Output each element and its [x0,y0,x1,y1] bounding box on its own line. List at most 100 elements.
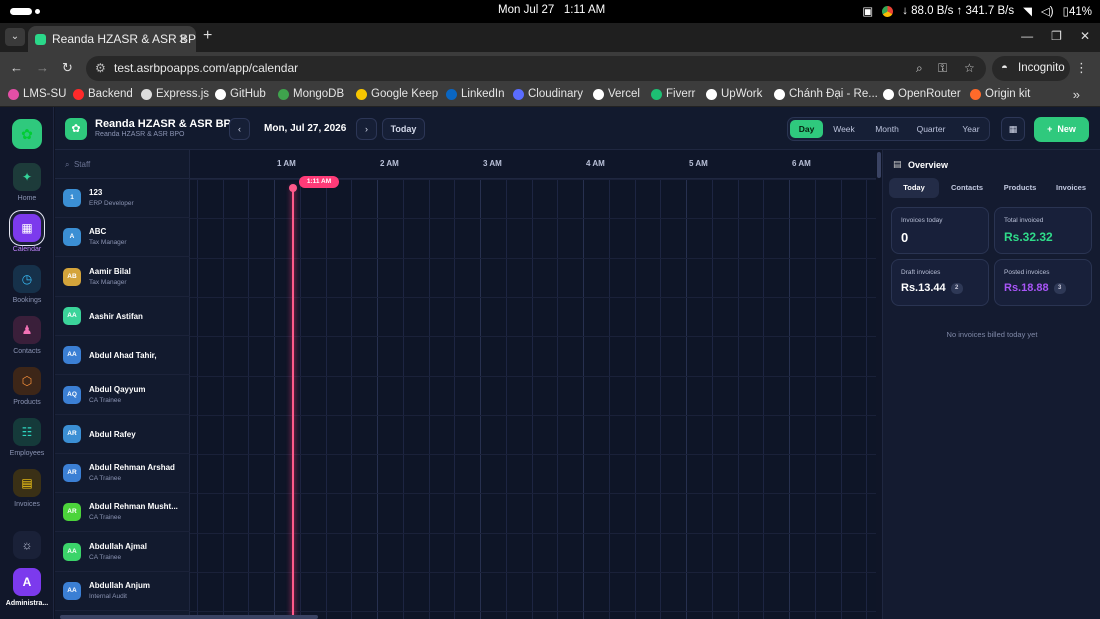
zoom-icon[interactable]: ⌕ [916,56,923,81]
time-gridline [351,150,353,619]
bookmark-item[interactable]: Cloudinary [513,88,583,100]
time-gridline [557,150,559,619]
staff-row[interactable]: AB Aamir Bilal Tax Manager [55,258,190,297]
bookmarks-overflow-icon[interactable]: » [1073,87,1080,102]
site-info-icon[interactable]: ⚙ [95,56,106,81]
staff-avatar: A [63,228,81,247]
bookmark-item[interactable]: LinkedIn [446,88,504,100]
rail-item-label: Home [17,195,37,202]
password-key-icon[interactable]: ⚿ [938,56,947,81]
view-year[interactable]: Year [955,120,987,138]
view-week[interactable]: Week [825,120,863,138]
staff-row[interactable]: AA Abdullah Ajmal CA Trainee [55,533,190,572]
hour-label: 6 AM [792,159,811,168]
bookmark-item[interactable]: OpenRouter [883,88,961,100]
horizontal-scrollbar[interactable] [60,615,318,619]
close-window-icon[interactable]: ✕ [1080,29,1090,43]
time-gridline [299,150,301,619]
staff-avatar: 1 [63,189,81,207]
bookmark-star-icon[interactable]: ☆ [964,56,975,81]
browser-menu-icon[interactable]: ⋮ [1075,60,1088,76]
overview-tab-contacts[interactable]: Contacts [942,178,992,198]
time-gridline [660,150,662,619]
bookmark-item[interactable]: UpWork [706,88,762,100]
overview-tab-products[interactable]: Products [993,178,1047,198]
staff-name: Aamir Bilal [89,266,131,276]
bookmark-item[interactable]: Google Keep [356,88,438,100]
rail-item-bookings[interactable]: ◷ Bookings [0,265,54,304]
rail-item-label: Products [13,399,41,406]
staff-role: CA Trainee [89,475,122,483]
bookmark-item[interactable]: Backend [73,88,133,100]
current-time-line [292,186,294,619]
staff-row[interactable]: AA Abdullah Anjum Internal Audit [55,572,190,611]
next-day-button[interactable]: › [356,118,377,140]
view-month[interactable]: Month [867,120,907,138]
os-status-area[interactable]: ▣ ↓ 88.0 B/s ↑ 341.7 B/s ◥ ◁) ▯41% [862,4,1092,18]
rail-item-products[interactable]: ⬡ Products [0,367,54,406]
time-gridline [608,150,610,619]
prev-day-button[interactable]: ‹ [229,118,250,140]
reload-icon[interactable]: ↻ [62,60,73,76]
user-profile[interactable]: A Administra... [0,568,54,607]
staff-row[interactable]: AR Abdul Rehman Arshad CA Trainee [55,454,190,494]
overview-tab-invoices[interactable]: Invoices [1047,178,1095,198]
restore-icon[interactable]: ❐ [1051,29,1062,43]
bookmark-item[interactable]: GitHub [215,88,266,100]
bookmark-item[interactable]: Origin kit [970,88,1030,100]
staff-row[interactable]: AA Aashir Astifan [55,297,190,336]
time-gridline [814,150,816,619]
rail-invoices-icon: ▤ [13,469,41,497]
staff-name: Abdullah Anjum [89,581,151,590]
staff-row[interactable]: A ABC Tax Manager [55,218,190,258]
bookmark-item[interactable]: Vercel [593,88,640,100]
bookmark-favicon-icon [8,88,19,100]
scroll-thumb[interactable] [877,152,881,178]
card-label: Posted invoices [1004,269,1050,276]
time-gridline [274,150,275,619]
staff-row[interactable]: 1 123 ERP Developer [55,179,190,218]
activities-indicator[interactable] [10,8,32,15]
forward-icon[interactable]: → [36,60,49,75]
app-root: ✿ ✦ Home ▦ Calendar ◷ Bookings ♟ Contacts ⬡ Produ… [0,107,1100,619]
hour-label: 2 AM [380,159,399,168]
rail-item-contacts[interactable]: ♟ Contacts [0,316,54,355]
volume-icon: ◁) [1040,6,1054,18]
close-tab-icon[interactable]: ✕ [178,26,188,52]
bookmark-item[interactable]: Express.js [141,88,209,100]
browser-tab[interactable]: Reanda HZASR & ASR BP ✕ [28,26,196,52]
day-timeline-grid[interactable]: AM1 AM2 AM3 AM4 AM5 AM6 AM 1:11 AM [190,150,876,619]
calendar-picker-icon[interactable]: ▦ [1001,117,1025,141]
new-tab-button[interactable]: + [203,27,212,45]
incognito-indicator[interactable]: ◓ Incognito [992,56,1070,81]
address-bar[interactable]: ⚙ test.asrbpoapps.com/app/calendar ⌕ ⚿ ☆ [86,56,986,81]
rail-item-invoices[interactable]: ▤ Invoices [0,469,54,508]
view-quarter[interactable]: Quarter [910,120,952,138]
view-day[interactable]: Day [790,120,823,138]
tab-search-button[interactable]: ⌄ [5,28,25,46]
rail-item-calendar[interactable]: ▦ Calendar [0,214,54,253]
overview-title: Overview [908,160,949,170]
overview-tab-today[interactable]: Today [889,178,939,198]
staff-row[interactable]: AA Abdul Ahad Tahir, [55,336,190,376]
rail-item-employees[interactable]: ☷ Employees [0,418,54,457]
favicon-icon [35,34,46,45]
app-logo-icon[interactable]: ✿ [12,119,42,149]
today-button[interactable]: Today [382,118,425,140]
staff-row[interactable]: AR Abdul Rehman Musht... CA Trainee [55,493,190,533]
bookmark-item[interactable]: Chánh Đại - Re... [774,88,878,100]
rail-item-home[interactable]: ✦ Home [0,163,54,202]
staff-row[interactable]: AQ Abdul Qayyum CA Trainee [55,376,190,415]
bookmark-item[interactable]: LMS-SU [8,88,66,100]
staff-search-input[interactable]: ⌕ Staff [55,150,190,179]
new-button[interactable]: + New [1034,117,1089,142]
bookmark-item[interactable]: Fiverr [651,88,695,100]
tab-title: Reanda HZASR & ASR BP [52,32,196,46]
os-clock[interactable]: Mon Jul 27 1:11 AM [498,4,605,16]
bookmark-favicon-icon [883,88,894,100]
settings-button[interactable]: ☼ [0,531,54,559]
staff-row[interactable]: AR Abdul Rafey [55,415,190,454]
minimize-icon[interactable]: — [1021,29,1033,43]
back-icon[interactable]: ← [10,60,23,75]
bookmark-item[interactable]: MongoDB [278,88,344,100]
